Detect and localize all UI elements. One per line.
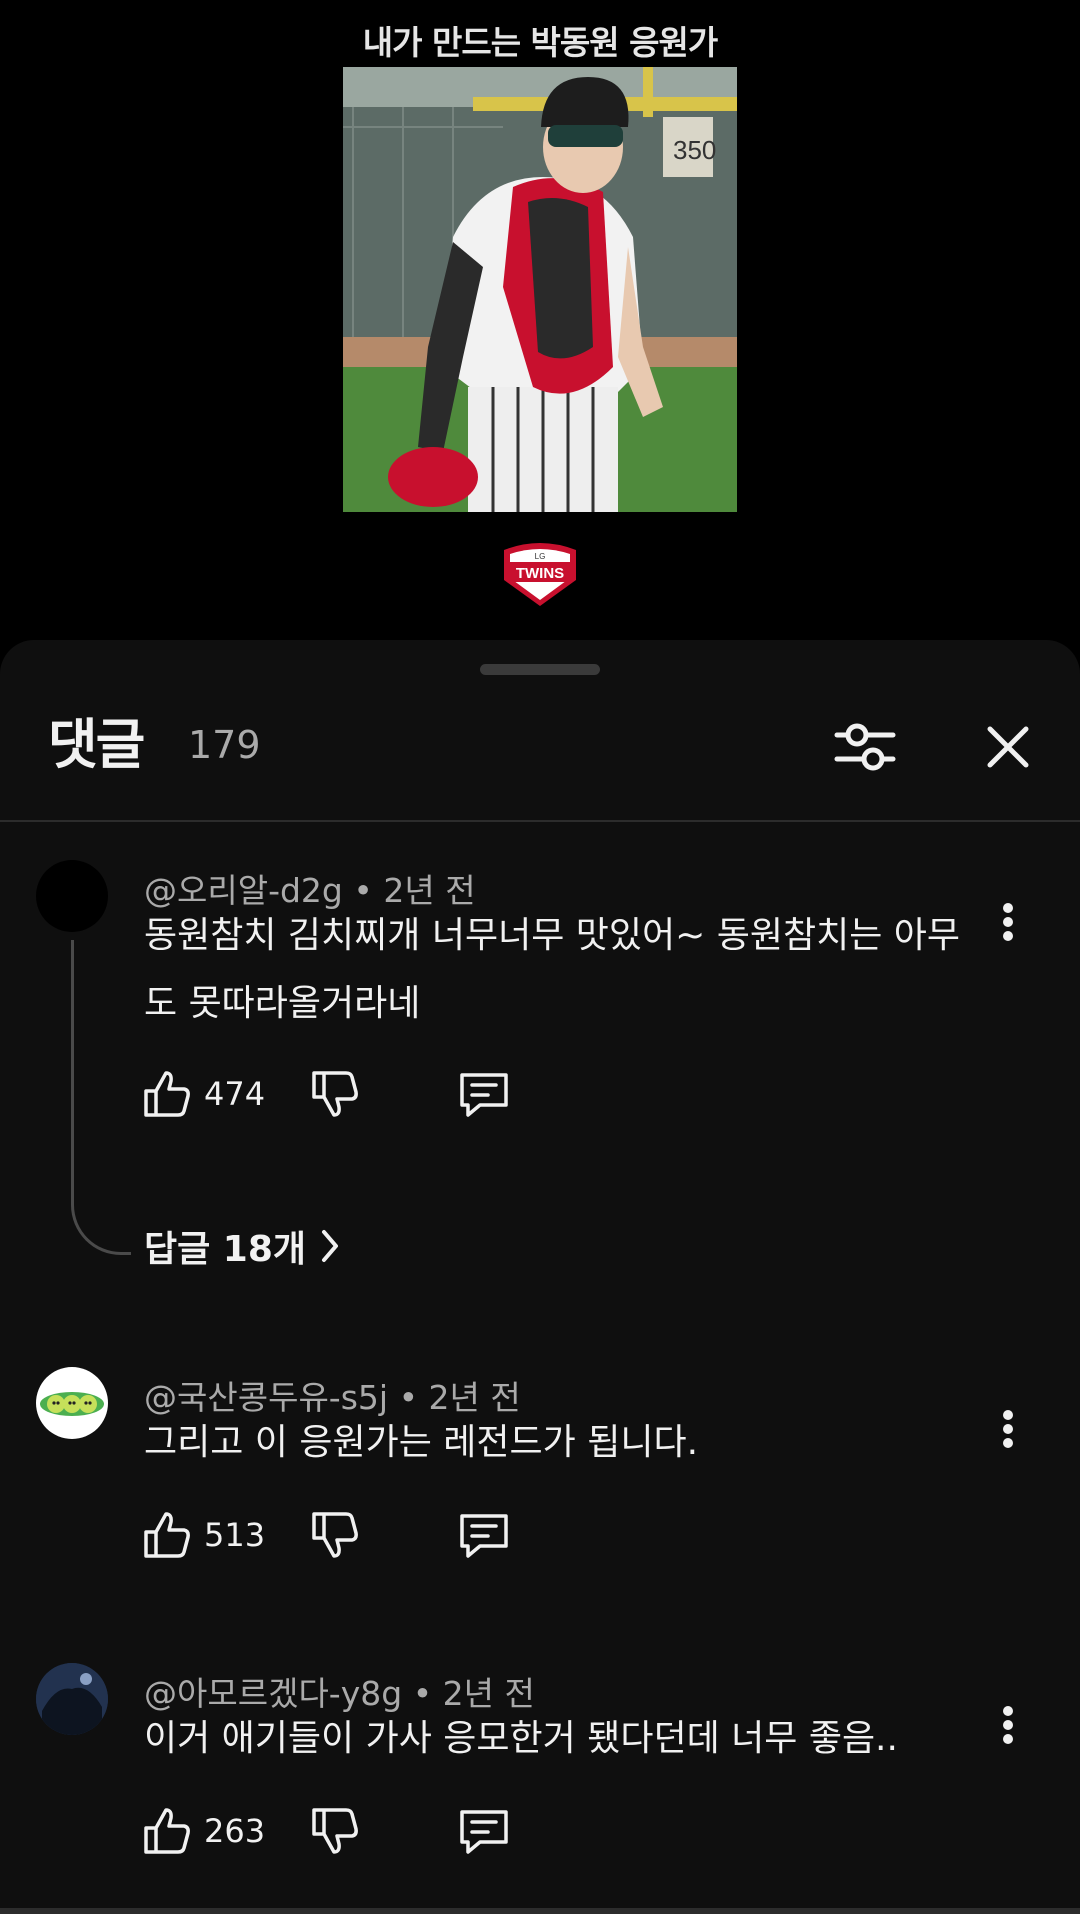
dislike-button[interactable] xyxy=(310,1064,360,1124)
dislike-button[interactable] xyxy=(310,1505,360,1565)
drag-handle[interactable] xyxy=(480,664,600,675)
dislike-button[interactable] xyxy=(310,1801,360,1861)
comment-actions: 263 xyxy=(142,1801,542,1861)
comments-header: 댓글 179 xyxy=(0,700,1080,800)
view-replies-button[interactable]: 답글 18개 xyxy=(144,1220,340,1272)
chevron-right-icon xyxy=(322,1230,338,1262)
reply-comment-icon xyxy=(460,1514,508,1558)
like-count: 263 xyxy=(204,1812,266,1850)
landscape-avatar-icon xyxy=(36,1663,108,1735)
svg-text:350: 350 xyxy=(673,135,716,165)
video-title: 내가 만드는 박동원 응원가 xyxy=(362,23,718,62)
thumbs-down-icon xyxy=(312,1512,358,1558)
comments-title: 댓글 xyxy=(48,713,145,776)
comment-text: 이거 애기들이 가사 응모한거 됐다던데 너무 좋음.. xyxy=(144,1718,898,1759)
reply-button[interactable] xyxy=(458,1801,510,1861)
more-options-button[interactable] xyxy=(990,1399,1026,1459)
avatar[interactable] xyxy=(36,1663,108,1735)
more-vertical-icon xyxy=(1003,1706,1013,1744)
comment-text: 동원참치 김치찌개 너무너무 맛있어~ 동원참치는 아무도 못따라올거라네 xyxy=(144,915,961,1024)
like-count: 513 xyxy=(204,1516,266,1554)
comments-count: 179 xyxy=(188,723,261,767)
comment-text: 그리고 이 응원가는 레전드가 됩니다. xyxy=(144,1422,699,1463)
header-divider xyxy=(0,820,1080,822)
comment-actions: 474 xyxy=(142,1064,542,1124)
thumbs-up-icon xyxy=(144,1808,190,1854)
filter-sliders-icon xyxy=(834,723,896,771)
reply-comment-icon xyxy=(460,1810,508,1854)
pea-pod-avatar-icon xyxy=(40,1392,104,1416)
filter-button[interactable] xyxy=(830,712,900,782)
more-options-button[interactable] xyxy=(990,892,1026,952)
thumbs-down-icon xyxy=(312,1808,358,1854)
replies-label: 답글 18개 xyxy=(144,1229,306,1270)
like-button[interactable]: 513 xyxy=(142,1505,265,1565)
avatar[interactable] xyxy=(36,860,108,932)
twins-logo: TWINS LG xyxy=(500,540,580,608)
more-vertical-icon xyxy=(1003,903,1013,941)
catcher-photo-illustration: 350 xyxy=(343,67,737,512)
thumbs-up-icon xyxy=(144,1512,190,1558)
thread-line xyxy=(71,940,131,1255)
more-vertical-icon xyxy=(1003,1410,1013,1448)
svg-text:LG: LG xyxy=(535,552,546,561)
close-button[interactable] xyxy=(973,712,1043,782)
avatar[interactable] xyxy=(36,1367,108,1439)
reply-comment-icon xyxy=(460,1073,508,1117)
like-count: 474 xyxy=(204,1075,266,1113)
more-options-button[interactable] xyxy=(990,1695,1026,1755)
reply-button[interactable] xyxy=(458,1505,510,1565)
comment-actions: 513 xyxy=(142,1505,542,1565)
like-button[interactable]: 474 xyxy=(142,1064,265,1124)
thumbs-down-icon xyxy=(312,1071,358,1117)
reply-button[interactable] xyxy=(458,1064,510,1124)
video-player[interactable]: 내가 만드는 박동원 응원가 350 TWINS LG xyxy=(0,0,1080,640)
svg-text:TWINS: TWINS xyxy=(516,565,564,582)
bottom-divider xyxy=(0,1908,1080,1914)
comments-sheet: 댓글 179 @오리알-d2g • 2년 전 동원참치 김치찌개 너무너무 맛있… xyxy=(0,640,1080,1914)
thumbs-up-icon xyxy=(144,1071,190,1117)
close-icon xyxy=(987,726,1029,768)
video-thumbnail-photo: 350 xyxy=(343,67,737,512)
like-button[interactable]: 263 xyxy=(142,1801,265,1861)
